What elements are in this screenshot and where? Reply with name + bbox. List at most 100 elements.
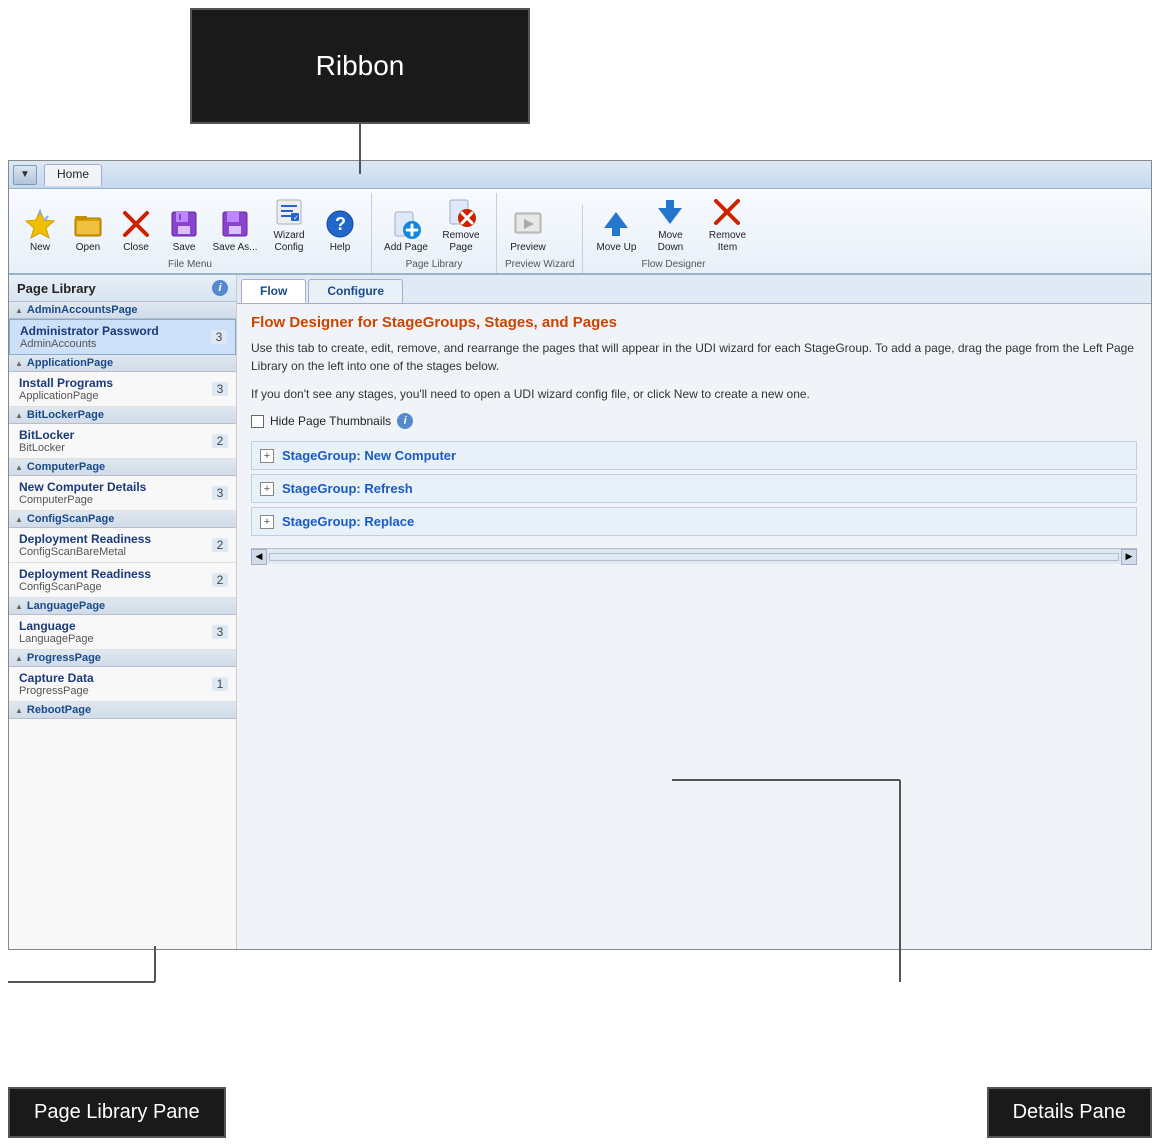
page-item-name: Administrator Password xyxy=(20,324,211,338)
page-item-name: Deployment Readiness xyxy=(19,567,212,581)
flow-description-2: If you don't see any stages, you'll need… xyxy=(251,385,1137,403)
page-library-group: Add Page Remove Page Page Library xyxy=(376,193,497,273)
preview-button[interactable]: Preview xyxy=(505,205,551,257)
page-item-subname: ConfigScanPage xyxy=(19,581,212,593)
stage-group-replace[interactable]: + StageGroup: Replace xyxy=(251,507,1137,536)
help-button-label: Help xyxy=(330,242,351,254)
stage-group-new-computer[interactable]: + StageGroup: New Computer xyxy=(251,441,1137,470)
move-down-icon xyxy=(654,196,686,228)
page-item-count: 3 xyxy=(212,625,228,639)
add-page-button[interactable]: Add Page xyxy=(380,205,432,257)
page-item-subname: ComputerPage xyxy=(19,494,212,506)
page-item-count: 3 xyxy=(212,382,228,396)
page-item-name: Capture Data xyxy=(19,671,212,685)
remove-page-button[interactable]: Remove Page xyxy=(434,193,488,257)
save-button[interactable]: Save xyxy=(161,205,207,257)
expand-new-computer[interactable]: + xyxy=(260,449,274,463)
help-icon: ? xyxy=(324,208,356,240)
remove-item-button[interactable]: Remove Item xyxy=(699,193,755,257)
page-item-name: New Computer Details xyxy=(19,480,212,494)
flow-designer-group: Move Up Move Down xyxy=(587,193,763,273)
svg-text:?: ? xyxy=(335,214,346,234)
list-item[interactable]: Install Programs ApplicationPage 3 xyxy=(9,372,236,407)
tab-configure[interactable]: Configure xyxy=(308,279,403,303)
tab-flow[interactable]: Flow xyxy=(241,279,306,303)
open-icon xyxy=(72,208,104,240)
file-menu-group: New Open xyxy=(13,193,372,273)
saveas-button[interactable]: Save As... xyxy=(209,205,261,257)
list-item[interactable]: Deployment Readiness ConfigScanBareMetal… xyxy=(9,528,236,563)
page-item-name: Language xyxy=(19,619,212,633)
page-library-header: Page Library i xyxy=(9,275,236,302)
page-library-pane-label: Page Library Pane xyxy=(8,1087,226,1138)
page-library-pane: Page Library i AdminAccountsPage Adminis… xyxy=(9,275,237,949)
stage-group-refresh[interactable]: + StageGroup: Refresh xyxy=(251,474,1137,503)
app-menu-button[interactable]: ▼ xyxy=(13,165,37,185)
page-item-count: 2 xyxy=(212,538,228,552)
wizard-config-button[interactable]: ✓ Wizard Config xyxy=(263,193,315,257)
save-button-label: Save xyxy=(173,242,196,254)
list-item[interactable]: Language LanguagePage 3 xyxy=(9,615,236,650)
page-library-items: Add Page Remove Page xyxy=(380,193,488,257)
list-item[interactable]: Capture Data ProgressPage 1 xyxy=(9,667,236,702)
page-library-group-label: Page Library xyxy=(380,257,488,273)
move-up-button[interactable]: Move Up xyxy=(591,205,641,257)
new-button[interactable]: New xyxy=(17,205,63,257)
page-item-count: 3 xyxy=(212,486,228,500)
save-icon xyxy=(168,208,200,240)
file-menu-items: New Open xyxy=(17,193,363,257)
flow-designer-group-label: Flow Designer xyxy=(591,257,755,273)
page-item-count: 3 xyxy=(211,330,227,344)
move-down-button[interactable]: Move Down xyxy=(643,193,697,257)
remove-item-button-label: Remove Item xyxy=(701,230,753,254)
group-header-reboot: RebootPage xyxy=(9,702,236,719)
add-page-icon xyxy=(390,208,422,240)
move-down-button-label: Move Down xyxy=(645,230,695,254)
close-icon xyxy=(120,208,152,240)
scroll-right-button[interactable]: ▶ xyxy=(1121,549,1137,565)
add-page-button-label: Add Page xyxy=(384,242,428,254)
list-item[interactable]: BitLocker BitLocker 2 xyxy=(9,424,236,459)
remove-page-button-label: Remove Page xyxy=(436,230,486,254)
scroll-left-button[interactable]: ◀ xyxy=(251,549,267,565)
list-item[interactable]: Deployment Readiness ConfigScanPage 2 xyxy=(9,563,236,598)
details-pane-label: Details Pane xyxy=(987,1087,1152,1138)
horizontal-scrollbar[interactable]: ◀ ▶ xyxy=(251,548,1137,564)
expand-replace[interactable]: + xyxy=(260,515,274,529)
saveas-icon xyxy=(219,208,251,240)
page-item-count: 2 xyxy=(212,434,228,448)
group-header-admin: AdminAccountsPage xyxy=(9,302,236,319)
page-item-subname: LanguagePage xyxy=(19,633,212,645)
stage-group-name-replace: StageGroup: Replace xyxy=(282,514,414,529)
ribbon-label-box: Ribbon xyxy=(190,8,530,124)
ribbon-connector-line xyxy=(359,124,361,174)
hide-thumbnails-checkbox[interactable] xyxy=(251,415,264,428)
list-item[interactable]: New Computer Details ComputerPage 3 xyxy=(9,476,236,511)
title-bar: ▼ Home xyxy=(9,161,1151,189)
page-item-name: Install Programs xyxy=(19,376,212,390)
group-header-computer: ComputerPage xyxy=(9,459,236,476)
wizard-config-button-label: Wizard Config xyxy=(265,230,313,254)
saveas-button-label: Save As... xyxy=(212,242,257,254)
close-button-label: Close xyxy=(123,242,149,254)
details-tabs: Flow Configure xyxy=(237,275,1151,304)
preview-wizard-group: Preview Preview Wizard xyxy=(501,205,583,273)
details-content: Flow Designer for StageGroups, Stages, a… xyxy=(237,304,1151,949)
page-item-count: 2 xyxy=(212,573,228,587)
expand-refresh[interactable]: + xyxy=(260,482,274,496)
home-tab[interactable]: Home xyxy=(44,164,102,186)
ribbon-toolbar: New Open xyxy=(9,189,1151,275)
list-item[interactable]: Administrator Password AdminAccounts 3 xyxy=(9,319,236,355)
wizard-icon: ✓ xyxy=(273,196,305,228)
remove-page-icon xyxy=(445,196,477,228)
page-library-info-icon[interactable]: i xyxy=(212,280,228,296)
thumbnails-info-icon[interactable]: i xyxy=(397,413,413,429)
page-item-subname: AdminAccounts xyxy=(20,338,211,350)
page-item-name: BitLocker xyxy=(19,428,212,442)
file-menu-group-label: File Menu xyxy=(17,257,363,273)
page-library-pane-annotation: Page Library Pane xyxy=(8,1087,226,1138)
open-button[interactable]: Open xyxy=(65,205,111,257)
help-button[interactable]: ? Help xyxy=(317,205,363,257)
close-button[interactable]: Close xyxy=(113,205,159,257)
stage-group-name-new-computer: StageGroup: New Computer xyxy=(282,448,456,463)
